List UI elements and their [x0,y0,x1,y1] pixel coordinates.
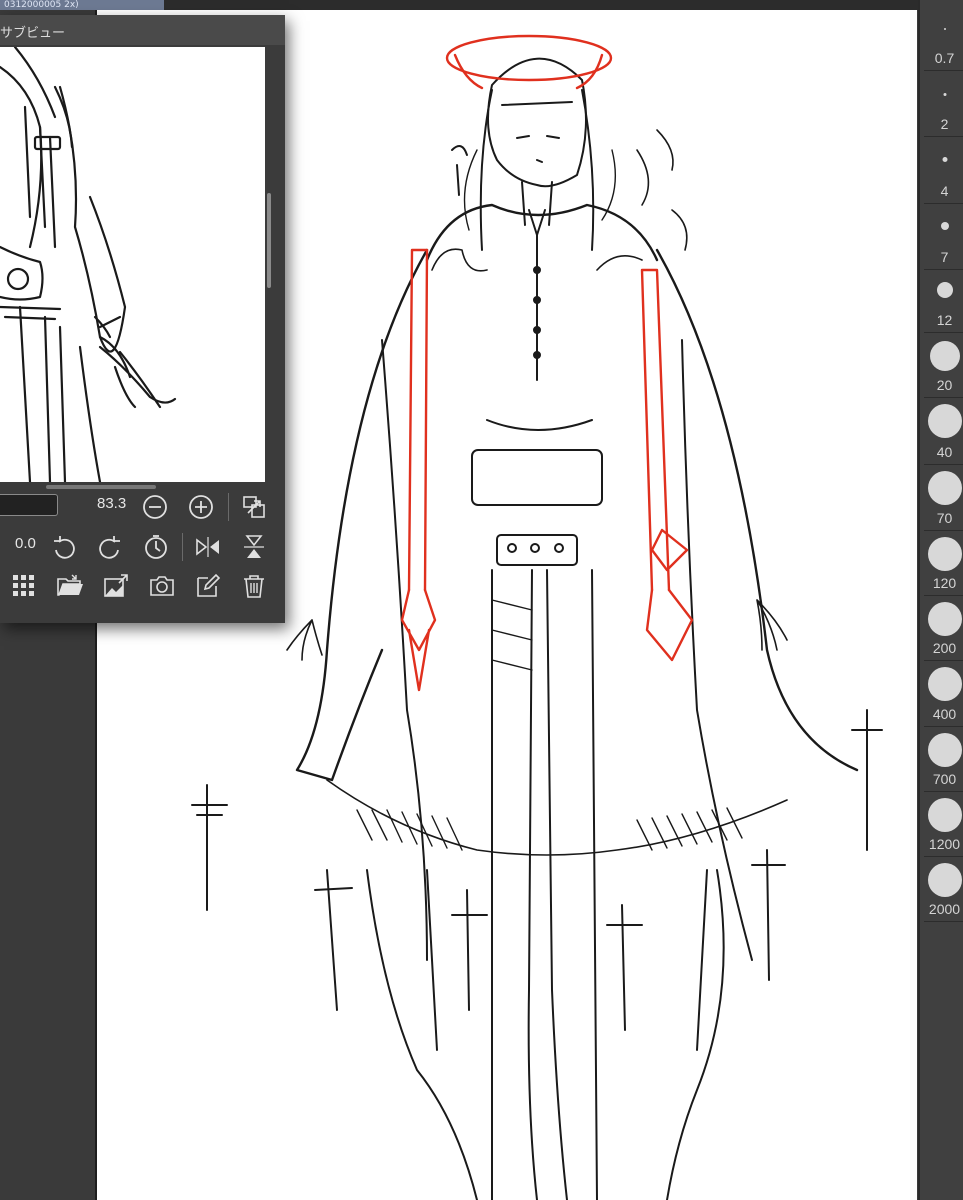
brush-size-120[interactable]: 120 [924,531,963,596]
flip-vertical-icon[interactable] [240,533,268,561]
brush-size-1200[interactable]: 1200 [924,792,963,857]
panel-title: サブビュー [0,26,66,41]
open-folder-icon[interactable] [56,572,84,600]
brush-dot-icon [927,404,962,438]
rotate-left-icon[interactable] [50,533,78,561]
brush-dot-icon [927,733,962,767]
brush-size-0-7[interactable]: 0.7 [924,0,963,71]
preview-vertical-scrollbar[interactable] [267,193,271,288]
brush-dot-icon [927,798,962,832]
document-tab[interactable]: 0312000005 2x) [0,0,164,10]
edit-icon[interactable] [194,572,222,600]
brush-dot-icon [940,222,949,230]
brush-size-2000[interactable]: 2000 [924,857,963,922]
panel-header[interactable]: サブビュー [0,15,285,45]
brush-size-400[interactable]: 400 [924,661,963,727]
brush-size-70[interactable]: 70 [924,465,963,531]
brush-dot-icon [936,282,953,298]
brush-size-200[interactable]: 200 [924,596,963,661]
zoom-out-icon[interactable] [141,493,169,521]
brush-dot-icon [927,863,962,897]
preview-sketch [0,47,177,482]
toolbar-divider [182,533,183,561]
camera-icon[interactable] [148,572,176,600]
zoom-in-icon[interactable] [187,493,215,521]
brush-size-700[interactable]: 700 [924,727,963,792]
brush-dot-icon [927,667,962,701]
brush-size-palette: 0.7 2 4 7 12 20 40 70 120 200 400 700 12… [918,0,963,1200]
brush-size-20[interactable]: 20 [924,333,963,398]
brush-size-40[interactable]: 40 [924,398,963,465]
import-icon[interactable] [102,572,130,600]
title-bar: 0312000005 2x) [0,0,963,10]
brush-dot-icon [942,157,947,162]
trash-icon[interactable] [240,572,268,600]
brush-size-2[interactable]: 2 [924,71,963,137]
sub-view-panel: サブビュー 83.3 0.0 [0,15,285,623]
zoom-value: 83.3 [97,495,127,512]
flip-horizontal-icon[interactable] [194,533,222,561]
rotate-right-icon[interactable] [96,533,124,561]
brush-dot-icon [927,602,962,636]
brush-size-7[interactable]: 7 [924,204,963,270]
brush-dot-icon [943,28,946,30]
brush-size-12[interactable]: 12 [924,270,963,333]
rotation-value: 0.0 [15,535,36,552]
brush-dot-icon [927,471,962,505]
fit-screen-icon[interactable] [240,493,268,521]
zoom-slider[interactable] [0,494,58,516]
brush-dot-icon [927,537,962,571]
grid-icon[interactable] [10,572,38,600]
preview-horizontal-scrollbar[interactable] [46,485,156,489]
brush-dot-icon [929,341,960,371]
toolbar-divider [228,493,229,521]
brush-dot-icon [943,93,946,96]
brush-size-4[interactable]: 4 [924,137,963,204]
reset-rotation-icon[interactable] [142,533,170,561]
navigator-preview[interactable] [0,47,265,482]
